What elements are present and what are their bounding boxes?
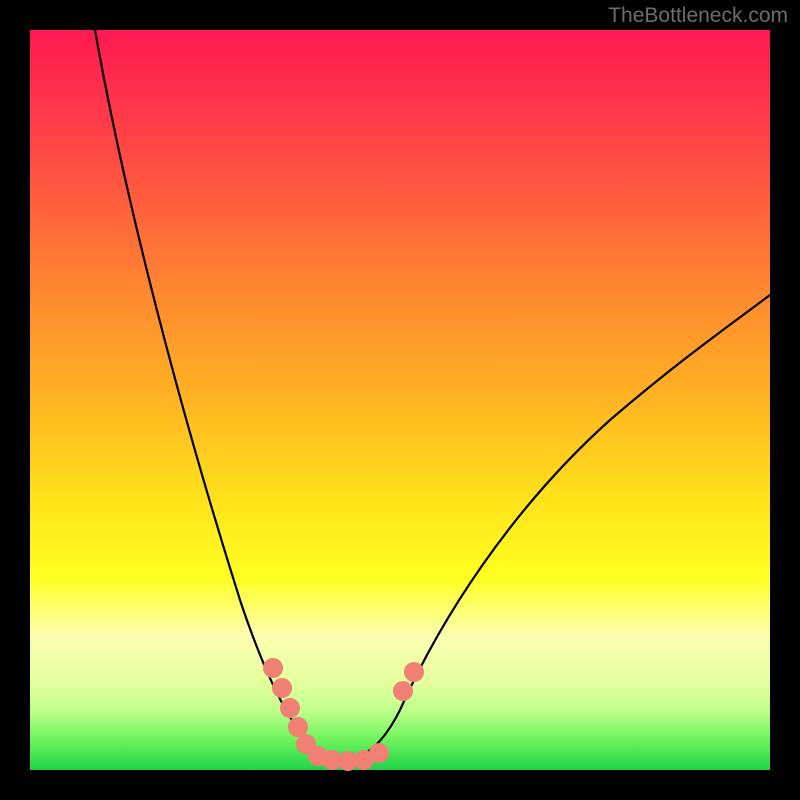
dot xyxy=(404,662,424,682)
dot xyxy=(393,681,413,701)
dot xyxy=(280,698,300,718)
dot xyxy=(263,658,283,678)
curve-left-branch xyxy=(95,30,330,762)
watermark-text: TheBottleneck.com xyxy=(608,4,788,28)
dot xyxy=(288,717,308,737)
chart-svg xyxy=(30,30,770,770)
dots-group xyxy=(263,658,424,771)
plot-area xyxy=(30,30,770,770)
outer-frame: TheBottleneck.com xyxy=(0,0,800,800)
dot xyxy=(272,678,292,698)
dot xyxy=(369,743,389,763)
